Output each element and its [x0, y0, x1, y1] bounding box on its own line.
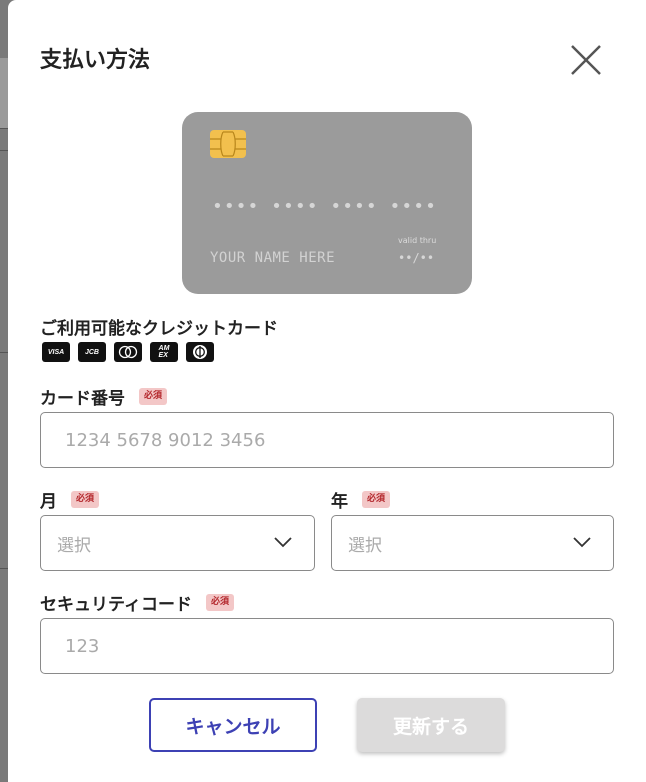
accepted-cards-label: ご利用可能なクレジットカード [40, 319, 278, 339]
dialog-title: 支払い方法 [40, 48, 151, 73]
security-code-label-row: セキュリティコード 必須 [40, 590, 234, 615]
month-select-value: 選択 [57, 535, 91, 556]
close-button[interactable] [568, 42, 604, 78]
card-number-input[interactable]: 1234 5678 9012 3456 [40, 412, 614, 468]
card-brand-list: VISA JCB AM EX [42, 342, 214, 362]
month-select[interactable]: 選択 [40, 515, 315, 571]
close-icon [571, 45, 601, 75]
year-select-value: 選択 [348, 535, 382, 556]
mastercard-icon [114, 342, 142, 362]
month-label-row: 月 必須 [40, 487, 100, 512]
required-badge: 必須 [139, 388, 168, 405]
valid-thru-label: valid thru [398, 236, 437, 245]
security-code-input[interactable]: 123 [40, 618, 614, 674]
security-code-placeholder: 123 [65, 635, 100, 657]
card-number-label-row: カード番号 必須 [40, 384, 168, 409]
card-chip-icon [210, 130, 246, 158]
year-label: 年 [331, 492, 348, 512]
jcb-icon: JCB [78, 342, 106, 362]
required-badge: 必須 [362, 491, 391, 508]
valid-thru-value: ••/•• [398, 251, 435, 265]
chevron-down-icon [573, 537, 591, 548]
amex-icon: AM EX [150, 342, 178, 362]
month-label: 月 [40, 492, 57, 512]
security-code-label: セキュリティコード [40, 595, 192, 615]
cancel-button[interactable]: キャンセル [149, 698, 317, 752]
update-button[interactable]: 更新する [357, 698, 505, 752]
required-badge: 必須 [71, 491, 100, 508]
card-number-placeholder: 1234 5678 9012 3456 [65, 429, 266, 451]
visa-icon: VISA [42, 342, 70, 362]
year-label-row: 年 必須 [331, 487, 391, 512]
payment-method-dialog: 支払い方法 •••• •••• •••• •••• YOUR NAME HERE… [8, 0, 646, 782]
credit-card-preview: •••• •••• •••• •••• YOUR NAME HERE valid… [182, 112, 472, 294]
diners-icon [186, 342, 214, 362]
card-number-label: カード番号 [40, 389, 125, 409]
card-holder-name: YOUR NAME HERE [210, 250, 336, 266]
required-badge: 必須 [205, 594, 234, 611]
chevron-down-icon [274, 537, 292, 548]
card-number-mask: •••• •••• •••• •••• [212, 196, 437, 217]
year-select[interactable]: 選択 [331, 515, 614, 571]
